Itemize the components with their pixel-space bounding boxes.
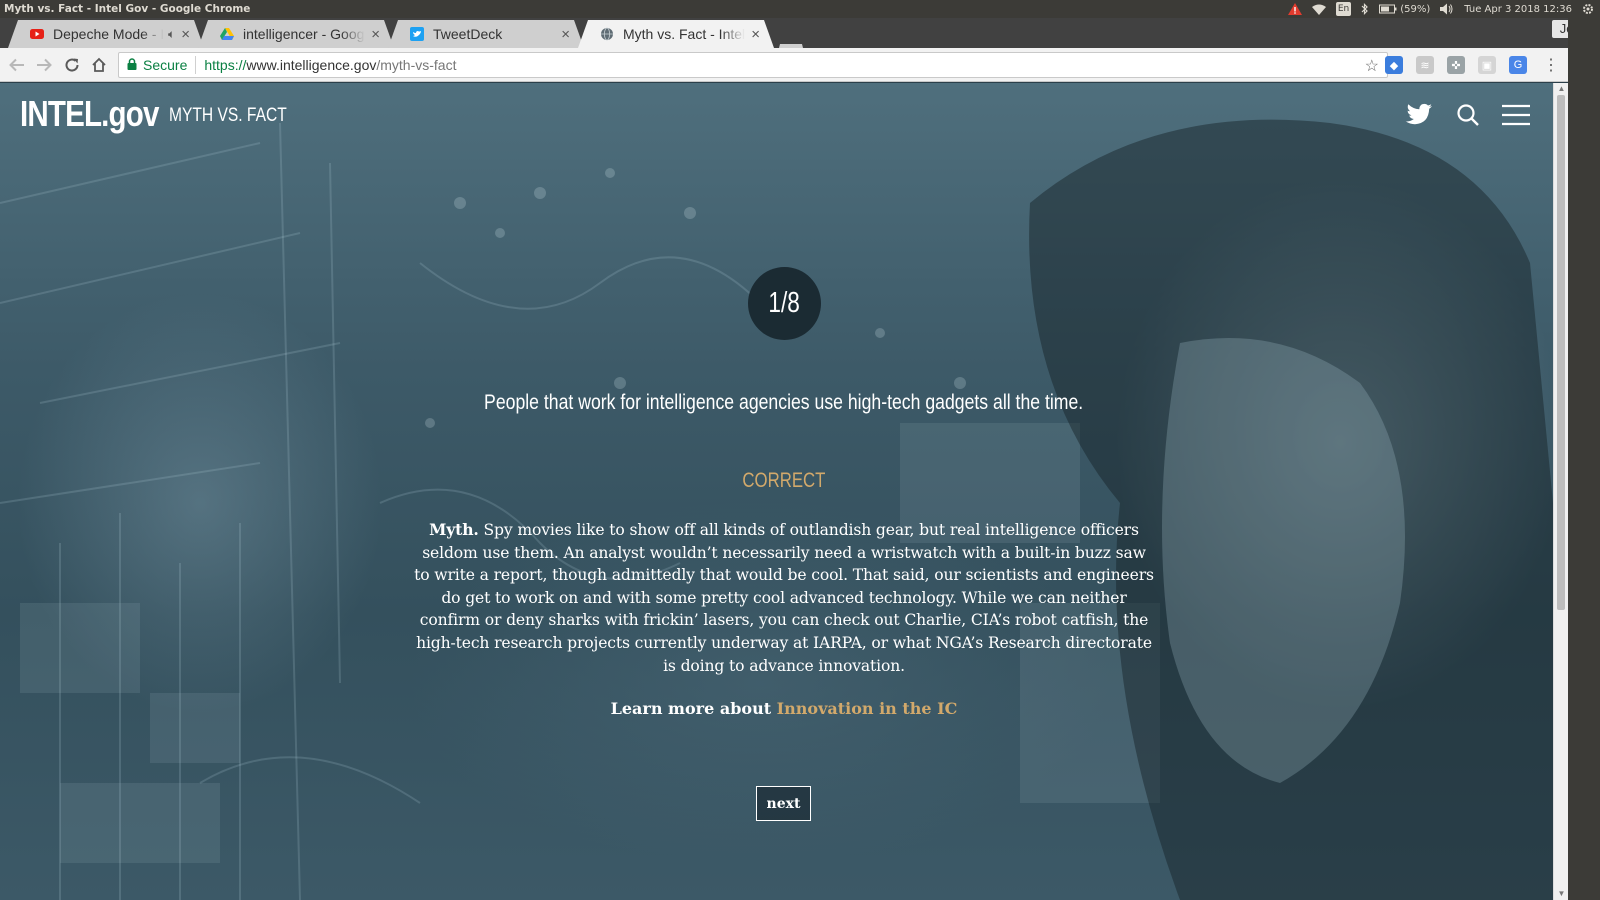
reload-icon[interactable] [61,54,83,76]
extension-puzzle-icon[interactable]: ✜ [1447,56,1465,74]
learn-more-line: Learn more about Innovation in the IC [0,699,1553,718]
myth-statement-text: People that work for intelligence agenci… [484,391,1084,414]
warning-icon[interactable] [1287,2,1302,16]
close-tab-icon[interactable]: × [561,27,570,42]
explanation-lead: Myth. [429,520,479,539]
google-drive-icon [220,27,234,41]
lock-icon [127,57,137,73]
page-scrollbar[interactable]: ▲ ▼ [1553,83,1568,900]
url-path: /myth-vs-fact [376,57,457,73]
explanation-paragraph: Myth. Spy movies like to show off all ki… [414,519,1154,677]
battery-percent: (59%) [1400,3,1431,15]
clock[interactable]: Tue Apr 3 2018 12:36 [1464,4,1572,15]
keyboard-language-indicator[interactable]: En [1335,2,1352,16]
desktop-edge [1568,18,1600,900]
tab-depeche-mode[interactable]: Depeche Mode - I 🔈︎ × [8,20,204,48]
slide-counter-text: 1/8 [768,287,801,319]
tab-title: intelligencer - Goog [243,26,365,42]
page-content: INTEL.gov MYTH VS. FACT 1/8 People that … [0,83,1553,900]
tab-tweetdeck[interactable]: TweetDeck × [388,20,584,48]
next-button[interactable]: next [756,786,811,821]
verdict-text: CORRECT [742,469,826,492]
home-icon[interactable] [88,54,110,76]
verdict-label: CORRECT [0,469,1553,493]
extension-rss-icon[interactable]: ≋ [1416,56,1434,74]
tab-title: TweetDeck [433,26,503,42]
learn-more-prefix: Learn more about [610,699,777,718]
tab-intelligencer[interactable]: intelligencer - Goog × [198,20,394,48]
site-logo[interactable]: INTEL.gov [20,93,159,135]
back-arrow-icon[interactable] [6,54,28,76]
forward-arrow-icon[interactable] [33,54,55,76]
settings-gear-icon[interactable] [1582,2,1594,16]
globe-icon [600,27,614,41]
window-title: Myth vs. Fact - Intel Gov - Google Chrom… [4,3,251,15]
scroll-down-arrow-icon[interactable]: ▼ [1557,890,1566,898]
audio-playing-icon[interactable]: 🔈︎ [168,27,175,42]
tab-strip: Depeche Mode - I 🔈︎ × intelligencer - Go… [0,18,1600,48]
battery-icon [1379,4,1397,14]
search-icon[interactable] [1456,103,1480,132]
extension-translate-icon[interactable]: G [1509,56,1527,74]
volume-icon[interactable] [1440,2,1454,16]
url-protocol: https:// [204,57,247,73]
tab-title: Depeche Mode - I [53,26,165,42]
close-tab-icon[interactable]: × [371,27,380,42]
twitter-icon[interactable] [1405,103,1433,132]
wifi-icon[interactable] [1311,2,1326,16]
tab-title: Myth vs. Fact - Intel [623,26,746,42]
youtube-icon [30,27,44,41]
close-tab-icon[interactable]: × [751,27,760,42]
url-text[interactable]: https://www.intelligence.gov/myth-vs-fac… [196,57,456,73]
bluetooth-icon[interactable] [1361,2,1369,16]
secure-indicator[interactable]: Secure [119,56,197,74]
explanation-body: Spy movies like to show off all kinds of… [414,521,1154,675]
bookmark-star-icon[interactable]: ☆ [1365,56,1379,76]
address-bar[interactable]: Secure https://www.intelligence.gov/myth… [118,52,1388,78]
tweetdeck-icon [410,27,424,41]
innovation-link[interactable]: Innovation in the IC [777,699,958,718]
scroll-up-arrow-icon[interactable]: ▲ [1557,85,1566,93]
hamburger-menu-icon[interactable] [1502,103,1530,132]
section-title[interactable]: MYTH VS. FACT [169,105,287,127]
site-header: INTEL.gov MYTH VS. FACT [0,83,1553,153]
extension-camera-icon[interactable]: ▣ [1478,56,1496,74]
slide-counter: 1/8 [748,267,821,340]
chrome-menu-icon[interactable]: ⋮ [1540,54,1562,76]
url-host: www.intelligence.gov [246,57,377,73]
os-top-bar: Myth vs. Fact - Intel Gov - Google Chrom… [0,0,1600,18]
extension-shield-icon[interactable]: ◆ [1385,56,1403,74]
battery-indicator[interactable]: (59%) [1379,2,1430,16]
secure-label: Secure [143,57,188,73]
myth-statement: People that work for intelligence agenci… [0,391,1553,415]
browser-toolbar: Secure https://www.intelligence.gov/myth… [0,48,1600,82]
system-tray: En (59%) Tue Apr 3 2018 12:36 [1287,0,1594,18]
close-tab-icon[interactable]: × [181,27,190,42]
tab-myth-vs-fact[interactable]: Myth vs. Fact - Intel × [578,20,774,48]
scroll-thumb[interactable] [1557,95,1565,610]
